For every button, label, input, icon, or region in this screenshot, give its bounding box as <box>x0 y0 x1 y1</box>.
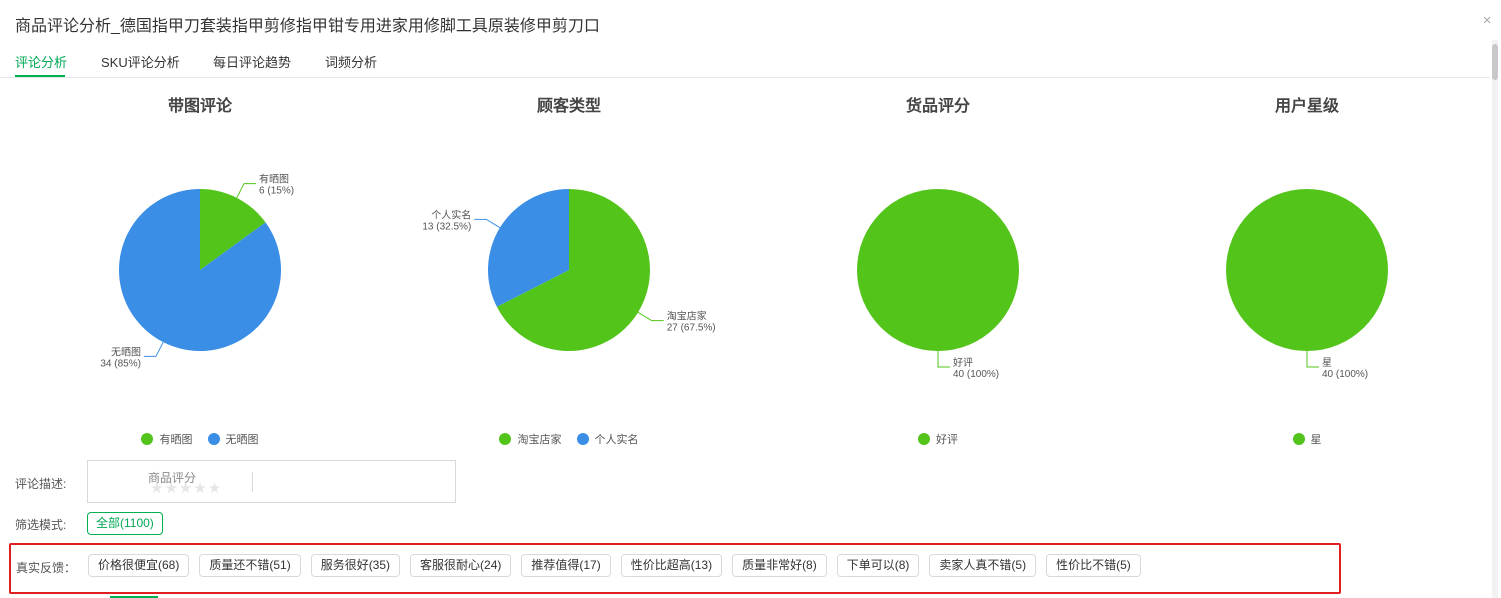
pie-chart-with-images: 有晒图 6 (15%) 无晒图 34 (85%) 带图评论 有晒图 无晒图 <box>16 84 384 456</box>
pie-chart-with-images-svg: 有晒图6 (15%) 无晒图34 (85%) <box>100 173 294 370</box>
feedback-tag-list: 价格很便宜(68) 质量还不错(51) 服务很好(35) 客服很耐心(24) 推荐值得(… <box>88 554 1151 577</box>
feedback-tag[interactable]: 客服很耐心(24) <box>410 554 512 577</box>
star-rating-input[interactable]: ★★★★★ <box>150 479 222 497</box>
feedback-tag[interactable]: 服务很好(35) <box>310 554 401 577</box>
legend-marker <box>141 433 154 446</box>
chart-title: 顾客类型 <box>536 98 601 115</box>
pie-chart-product-rating: 好评 40 (100%) 货品评分 好评 <box>754 84 1122 456</box>
feedback-tag[interactable]: 性价比超高(13) <box>620 554 723 577</box>
legend-item[interactable]: 个人实名 <box>576 431 639 447</box>
feedback-tag[interactable]: 卖家人真不错(5) <box>929 554 1037 577</box>
legend-label: 淘宝店家 <box>517 434 562 446</box>
real-feedback-label: 真实反馈： <box>16 561 77 575</box>
slice-label-value: 6 (15%) <box>259 186 294 197</box>
chart-title: 货品评分 <box>905 98 970 115</box>
chart-legend: 星 <box>1123 431 1491 447</box>
pie-chart-customer-type: 淘宝店家 27 (67.5%) 个人实名 13 (32.5%) 顾客类型 淘宝店家 个… <box>385 84 753 456</box>
pie-chart-customer-type-svg: 淘宝店家27 (67.5%) 个人实名13 (32.5%) <box>422 189 716 351</box>
legend-label: 好评 <box>936 434 958 446</box>
chart-legend: 淘宝店家 个人实名 <box>385 431 753 447</box>
filter-all-button[interactable]: 全部(1100) <box>87 512 163 535</box>
slice-label-value: 34 (85%) <box>100 358 141 369</box>
legend-label: 无晒图 <box>225 434 259 446</box>
legend-label: 有晒图 <box>159 434 193 446</box>
active-tab-indicator <box>15 75 65 77</box>
label-leader-line <box>474 218 501 229</box>
scrollbar-track[interactable] <box>1492 40 1498 598</box>
label-leader-line <box>236 183 257 199</box>
slice-label-name: 好评 <box>953 357 973 369</box>
legend-label: 星 <box>1310 434 1322 446</box>
tab-daily-review-trend[interactable]: 每日评论趋势 <box>213 52 291 71</box>
legend-item[interactable]: 淘宝店家 <box>499 431 561 447</box>
filter-mode-label: 筛选模式: <box>15 518 67 532</box>
pie-chart-product-rating-svg: 好评40 (100%) <box>857 189 1019 380</box>
legend-marker <box>499 433 512 446</box>
rating-box: 商品评分 ★★★★★ <box>87 460 456 503</box>
slice-label-name: 个人实名 <box>431 208 471 221</box>
tab-bar: 评论分析 SKU评论分析 每日评论趋势 词频分析 <box>0 44 1490 78</box>
label-leader-line <box>637 311 664 322</box>
pie-slice[interactable] <box>1226 189 1388 351</box>
label-leader-line <box>1306 351 1319 368</box>
pie-slice[interactable] <box>857 189 1019 351</box>
label-leader-line <box>143 341 164 357</box>
chart-legend: 有晒图 无晒图 <box>16 431 384 447</box>
divider <box>252 472 253 492</box>
slice-label-name: 有晒图 <box>259 173 289 186</box>
legend-marker <box>576 433 589 446</box>
review-description-label: 评论描述: <box>15 477 67 491</box>
feedback-tag[interactable]: 质量非常好(8) <box>732 554 827 577</box>
close-icon[interactable]: × <box>1480 13 1494 28</box>
chart-title: 带图评论 <box>167 98 232 115</box>
slice-label-name: 淘宝店家 <box>667 310 707 323</box>
legend-label: 个人实名 <box>594 434 639 446</box>
slice-label-value: 27 (67.5%) <box>667 323 716 334</box>
feedback-tag[interactable]: 性价比不错(5) <box>1046 554 1141 577</box>
slice-label-name: 无晒图 <box>111 346 141 358</box>
tab-review-analysis[interactable]: 评论分析 <box>15 52 67 71</box>
legend-marker <box>207 433 220 446</box>
feedback-tag[interactable]: 推荐值得(17) <box>521 554 611 577</box>
legend-item[interactable]: 星 <box>1292 431 1322 447</box>
feedback-tag[interactable]: 质量还不错(51) <box>199 554 301 577</box>
slice-label-name: 星 <box>1322 357 1332 369</box>
real-feedback-section: 真实反馈： 价格很便宜(68) 质量还不错(51) 服务很好(35) 客服很耐心(24… <box>9 543 1341 594</box>
tab-word-frequency[interactable]: 词频分析 <box>325 52 377 71</box>
legend-item[interactable]: 无晒图 <box>207 431 259 447</box>
pie-chart-user-stars: 星 40 (100%) 用户星级 星 <box>1123 84 1491 456</box>
tab-sku-review-analysis[interactable]: SKU评论分析 <box>101 52 180 71</box>
legend-marker <box>1292 433 1305 446</box>
chart-title: 用户星级 <box>1274 98 1339 115</box>
legend-marker <box>918 433 930 446</box>
slice-label-value: 40 (100%) <box>953 369 999 380</box>
legend-item[interactable]: 有晒图 <box>141 431 192 447</box>
pie-chart-user-stars-svg: 星40 (100%) <box>1226 189 1388 380</box>
label-leader-line <box>937 351 950 368</box>
slice-label-value: 13 (32.5%) <box>422 221 471 232</box>
legend-item[interactable]: 好评 <box>918 431 958 447</box>
chart-legend: 好评 <box>754 431 1122 447</box>
scrollbar-thumb[interactable] <box>1492 44 1498 80</box>
feedback-tag[interactable]: 价格很便宜(68) <box>88 554 190 577</box>
feedback-tag[interactable]: 下单可以(8) <box>836 554 920 577</box>
dialog-title: 商品评论分析_德国指甲刀套装指甲剪修指甲钳专用进家用修脚工具原装修甲剪刀口 <box>15 18 600 35</box>
slice-label-value: 40 (100%) <box>1322 369 1368 380</box>
